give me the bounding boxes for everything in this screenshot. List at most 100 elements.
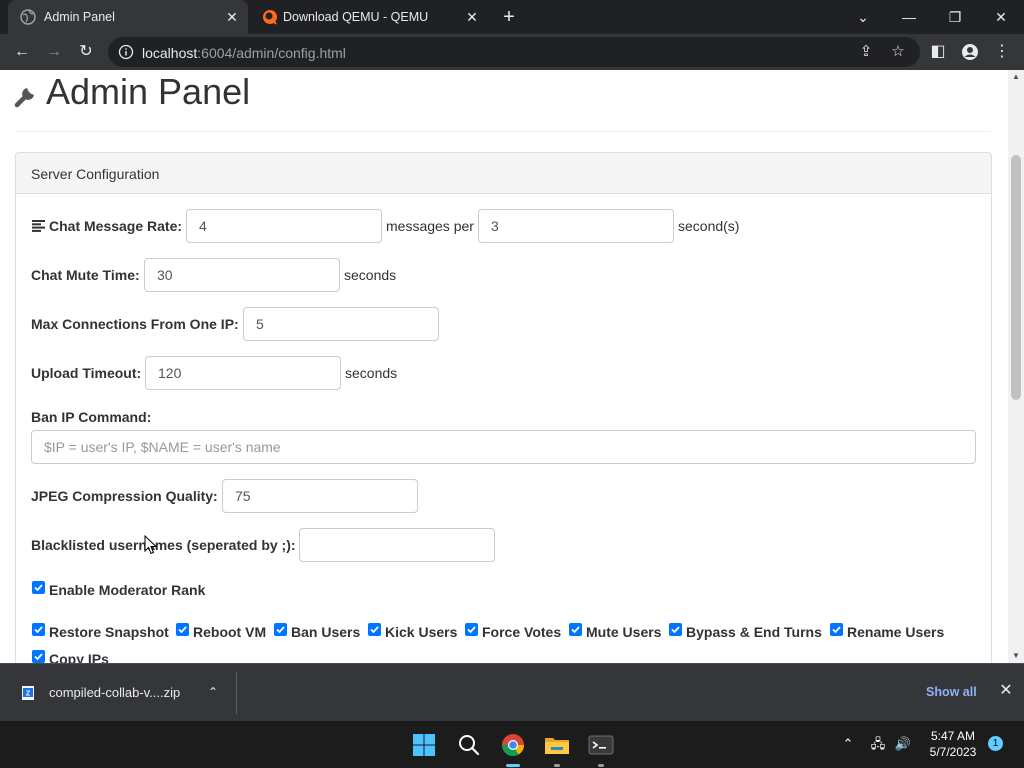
download-separator — [236, 672, 237, 714]
address-bar[interactable]: localhost:6004/admin/config.html ⇪ ☆ — [108, 37, 920, 67]
close-download-bar-icon[interactable]: ✕ — [996, 681, 1016, 701]
chat-rate-seconds-input[interactable] — [478, 209, 674, 243]
new-tab-button[interactable]: + — [498, 6, 520, 28]
mute-time-unit: seconds — [344, 267, 397, 283]
chrome-taskbar-icon[interactable] — [497, 729, 529, 767]
page-scrollbar[interactable]: ▲ ▼ — [1008, 70, 1024, 663]
page-header: Admin Panel — [14, 71, 251, 112]
close-tab-icon[interactable]: ✕ — [222, 7, 242, 27]
tab-strip: Admin Panel ✕ Download QEMU - QEMU ✕ + ⌄… — [0, 0, 1024, 34]
close-tab-icon[interactable]: ✕ — [462, 7, 482, 27]
perm-reboot-vm-label: Reboot VM — [193, 624, 267, 640]
perm-ban-users-label: Ban Users — [291, 624, 361, 640]
menu-kebab-icon[interactable]: ⋮ — [990, 40, 1014, 64]
download-bar: Z compiled-collab-v....zip ⌃ Show all ✕ — [0, 663, 1024, 721]
moderator-label: Enable Moderator Rank — [49, 582, 206, 598]
list-icon — [32, 220, 45, 232]
info-icon[interactable] — [118, 44, 134, 60]
jpeg-quality-label: JPEG Compression Quality: — [31, 488, 218, 504]
perm-kick-users-checkbox[interactable] — [368, 623, 381, 636]
volume-icon[interactable]: 🔊 — [893, 734, 913, 754]
perm-rename-users-checkbox[interactable] — [830, 623, 843, 636]
ban-command-input[interactable] — [31, 430, 976, 464]
back-arrow-icon[interactable]: ← — [10, 40, 34, 64]
taskbar-clock[interactable]: 5:47 AM 5/7/2023 — [918, 728, 988, 760]
clock-date: 5/7/2023 — [929, 745, 977, 759]
perm-force-votes-checkbox[interactable] — [465, 623, 478, 636]
wrench-icon — [14, 88, 34, 108]
tab-title: Admin Panel — [44, 10, 115, 24]
mouse-cursor-icon — [144, 535, 158, 555]
chevron-up-icon[interactable]: ⌃ — [203, 682, 223, 702]
perm-restore-snapshot-checkbox[interactable] — [32, 623, 45, 636]
tab-search-chevron-icon[interactable]: ⌄ — [852, 6, 874, 28]
zip-file-icon: Z — [22, 686, 34, 700]
windows-start-icon[interactable] — [408, 729, 440, 761]
upload-timeout-input[interactable] — [145, 356, 341, 390]
perm-restore-snapshot-label: Restore Snapshot — [49, 624, 169, 640]
close-window-icon[interactable]: ✕ — [990, 6, 1012, 28]
perm-force-votes-label: Force Votes — [482, 624, 562, 640]
perm-ban-users-checkbox[interactable] — [274, 623, 287, 636]
chat-rate-messages-input[interactable] — [186, 209, 382, 243]
panel-title: Server Configuration — [31, 166, 160, 182]
profile-icon[interactable] — [958, 40, 982, 64]
perm-rename-users-label: Rename Users — [847, 624, 945, 640]
perm-reboot-vm-checkbox[interactable] — [176, 623, 189, 636]
clock-time: 5:47 AM — [930, 729, 976, 743]
chat-rate-unit: second(s) — [678, 218, 740, 234]
page-viewport: Admin Panel Server Configuration Chat Me… — [0, 70, 1024, 663]
panel-heading: Server Configuration — [16, 153, 991, 194]
globe-icon — [20, 9, 36, 25]
perm-copy-ips-checkbox[interactable] — [32, 650, 45, 663]
svg-text:Z: Z — [26, 691, 31, 698]
tab-admin-panel[interactable]: Admin Panel ✕ — [8, 0, 248, 34]
network-icon[interactable]: 🖧 — [868, 734, 888, 754]
blacklist-label: Blacklisted usernames (seperated by ;): — [31, 537, 296, 553]
tab-title: Download QEMU - QEMU — [283, 10, 429, 24]
url-text: localhost:6004/admin/config.html — [142, 45, 346, 61]
chevron-up-tray-icon[interactable]: ⌃ — [838, 734, 858, 754]
restore-icon[interactable]: ❐ — [944, 6, 966, 28]
forward-arrow-icon[interactable]: → — [42, 40, 66, 64]
reload-icon[interactable]: ↻ — [74, 40, 98, 64]
server-config-panel: Server Configuration Chat Message Rate: … — [15, 152, 992, 663]
max-connections-input[interactable] — [243, 307, 439, 341]
bookmark-star-icon[interactable]: ☆ — [888, 42, 908, 62]
qemu-logo-icon — [263, 10, 277, 25]
blacklist-input[interactable] — [299, 528, 495, 562]
upload-timeout-unit: seconds — [345, 365, 398, 381]
mute-time-label: Chat Mute Time: — [31, 267, 140, 283]
search-icon[interactable] — [453, 729, 485, 761]
scroll-up-arrow-icon[interactable]: ▲ — [1008, 70, 1024, 84]
jpeg-quality-input[interactable] — [222, 479, 418, 513]
mute-time-input[interactable] — [144, 258, 340, 292]
perm-bypass-end-turns-checkbox[interactable] — [669, 623, 682, 636]
max-connections-label: Max Connections From One IP: — [31, 316, 239, 332]
terminal-icon[interactable] — [585, 729, 617, 767]
perm-copy-ips-label: Copy IPs — [49, 651, 109, 663]
file-explorer-icon[interactable] — [541, 729, 573, 767]
perm-bypass-end-turns-label: Bypass & End Turns — [686, 624, 822, 640]
tab-download-qemu[interactable]: Download QEMU - QEMU ✕ — [250, 0, 490, 34]
perm-kick-users-label: Kick Users — [385, 624, 458, 640]
share-icon[interactable]: ⇪ — [856, 42, 876, 62]
upload-timeout-label: Upload Timeout: — [31, 365, 142, 381]
show-all-downloads-link[interactable]: Show all — [926, 685, 977, 699]
chat-rate-label: Chat Message Rate: — [49, 218, 183, 234]
perm-mute-users-checkbox[interactable] — [569, 623, 582, 636]
minimize-icon[interactable]: — — [898, 6, 920, 28]
moderator-checkbox[interactable] — [32, 581, 45, 594]
scroll-thumb[interactable] — [1011, 155, 1021, 400]
header-divider — [15, 131, 991, 132]
side-panel-icon[interactable]: ◧ — [926, 40, 950, 64]
notification-badge[interactable]: 1 — [988, 736, 1003, 751]
chat-rate-mid-text: messages per — [386, 218, 474, 234]
ban-command-label: Ban IP Command: — [31, 409, 152, 425]
perm-mute-users-label: Mute Users — [586, 624, 662, 640]
windows-taskbar: ⌃ 🖧 🔊 5:47 AM 5/7/2023 1 — [0, 721, 1024, 768]
download-filename[interactable]: compiled-collab-v....zip — [49, 685, 180, 700]
browser-toolbar: ← → ↻ localhost:6004/admin/config.html ⇪… — [0, 34, 1024, 70]
page-title: Admin Panel — [46, 71, 251, 112]
scroll-down-arrow-icon[interactable]: ▼ — [1008, 649, 1024, 663]
